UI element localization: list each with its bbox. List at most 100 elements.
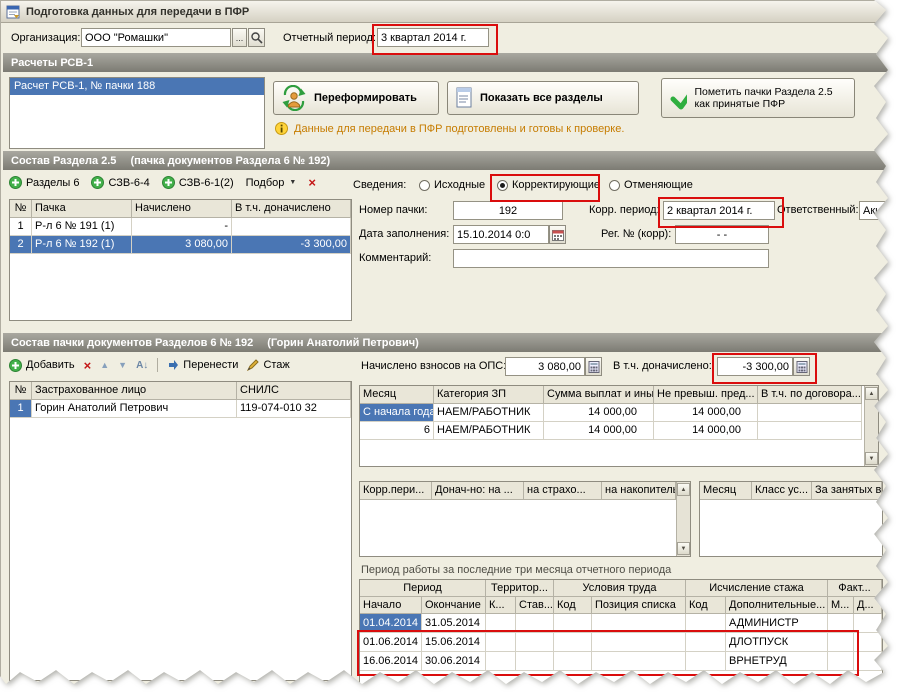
cell[interactable]: 31.05.2014 [422,614,486,633]
table-row[interactable]: С начала года НАЕМ/РАБОТНИК 14 000,00 14… [360,404,878,422]
cell[interactable]: Р-л 6 № 191 (1) [32,218,132,236]
cell[interactable] [758,404,862,422]
radio-korrektiruyushchie[interactable] [497,180,508,191]
report-period-input[interactable] [377,28,489,47]
cell[interactable]: 01.06.2014 [360,633,422,652]
scroll-down-button[interactable]: ▼ [677,542,690,555]
cell[interactable]: 14 000,00 [654,404,758,422]
cell[interactable] [686,633,726,652]
org-choose-button[interactable]: ... [232,28,247,47]
stazh-button[interactable]: Стаж [247,359,290,371]
cell[interactable]: НАЕМ/РАБОТНИК [434,404,544,422]
cell[interactable]: Горин Анатолий Петрович [32,400,237,418]
org-input[interactable] [81,28,231,47]
cell[interactable] [592,614,686,633]
cell[interactable] [232,218,351,236]
org-search-button[interactable] [248,28,265,47]
radio-ishodnye[interactable] [419,180,430,191]
payments-table[interactable]: Месяц Категория ЗП Сумма выплат и иных..… [359,385,879,467]
cell[interactable]: С начала года [360,404,434,422]
cell[interactable]: 30.06.2014 [422,652,486,671]
add-szv64-button[interactable]: СЗВ-6-4 [91,176,150,189]
ops-accrued-input[interactable] [505,357,585,376]
table-row[interactable]: 6 НАЕМ/РАБОТНИК 14 000,00 14 000,00 [360,422,878,440]
table-row[interactable]: 16.06.2014 30.06.2014 ВРНЕТРУД [360,652,882,671]
cell[interactable] [828,614,854,633]
additional-calc-button[interactable] [793,357,810,376]
cell[interactable] [554,652,592,671]
sort-button[interactable]: А↓ [136,360,148,371]
reform-button[interactable]: Переформировать [273,81,439,115]
cell[interactable]: АДМИНИСТР [726,614,828,633]
cell[interactable]: 1 [10,400,32,418]
rsv-list[interactable]: Расчет РСВ-1, № пачки 188 [9,77,265,149]
radio-otmenyayushchie[interactable] [609,180,620,191]
comment-input[interactable] [453,249,769,268]
cell[interactable] [516,633,554,652]
move-up-button[interactable]: ▲ [100,360,109,370]
cell[interactable] [486,614,516,633]
cell[interactable]: - [132,218,232,236]
scroll-down-button[interactable]: ▼ [865,452,878,465]
table-row-selected[interactable]: 2 Р-л 6 № 192 (1) 3 080,00 -3 300,00 [10,236,351,254]
payments-vertical-scrollbar[interactable]: ▲ ▼ [864,386,878,466]
cell[interactable]: -3 300,00 [232,236,351,254]
cell[interactable]: Р-л 6 № 192 (1) [32,236,132,254]
cell[interactable]: 14 000,00 [544,422,654,440]
work-periods-table[interactable]: Период Территор... Условия труда Исчисле… [359,579,883,684]
cell[interactable] [516,614,554,633]
rsv-list-item[interactable]: Расчет РСВ-1, № пачки 188 [10,78,264,95]
add-szv612-button[interactable]: СЗВ-6-1(2) [161,176,234,189]
cell[interactable] [828,633,854,652]
cell[interactable]: 3 080,00 [132,236,232,254]
calendar-button[interactable] [549,225,566,244]
mark-accepted-button[interactable]: Пометить пачки Раздела 2.5 как принятые … [661,78,855,118]
delete-pack-button[interactable]: × [308,176,316,189]
cell[interactable] [758,422,862,440]
correction-vertical-scrollbar[interactable]: ▲ ▼ [676,482,690,556]
cell[interactable] [592,633,686,652]
cell[interactable] [686,652,726,671]
cell[interactable] [486,652,516,671]
responsible-input[interactable] [859,201,888,220]
additional-accrued-input[interactable] [717,357,793,376]
cell[interactable] [854,633,882,652]
transfer-button[interactable]: Перенести [167,359,238,371]
cell[interactable] [854,652,882,671]
cell[interactable]: ВРНЕТРУД [726,652,828,671]
cell[interactable]: 1 [10,218,32,236]
persons-table[interactable]: № Застрахованное лицо СНИЛС 1 Горин Анат… [9,381,352,681]
cell[interactable]: 01.04.2014 [360,614,422,633]
cell[interactable]: 14 000,00 [544,404,654,422]
cell[interactable]: 119-074-010 32 [237,400,351,418]
cell[interactable] [828,652,854,671]
cell[interactable]: 14 000,00 [654,422,758,440]
cell[interactable]: 2 [10,236,32,254]
move-down-button[interactable]: ▼ [118,360,127,370]
table-row[interactable]: 1 Р-л 6 № 191 (1) - [10,218,351,236]
add-person-button[interactable]: Добавить [9,358,75,372]
cell[interactable] [592,652,686,671]
reg-number-input[interactable] [675,225,769,244]
ops-calc-button[interactable] [585,357,602,376]
cell[interactable] [516,652,554,671]
packs-table[interactable]: № Пачка Начислено В т.ч. доначислено 1 Р… [9,199,352,321]
podbor-button[interactable]: Подбор ▼ [246,177,297,189]
scroll-up-button[interactable]: ▲ [677,483,690,496]
table-row-selected[interactable]: 1 Горин Анатолий Петрович 119-074-010 32 [10,400,351,418]
fill-date-input[interactable] [453,225,549,244]
table-row[interactable]: 01.06.2014 15.06.2014 ДЛОТПУСК [360,633,882,652]
cell[interactable] [854,614,882,633]
cell[interactable]: 15.06.2014 [422,633,486,652]
cell[interactable] [554,614,592,633]
delete-person-button[interactable]: × [84,359,92,372]
cell[interactable]: ДЛОТПУСК [726,633,828,652]
cell[interactable] [686,614,726,633]
scroll-up-button[interactable]: ▲ [865,387,878,400]
cell[interactable]: НАЕМ/РАБОТНИК [434,422,544,440]
add-sections6-button[interactable]: Разделы 6 [9,176,79,189]
work-class-table[interactable]: Месяц Класс ус... За занятых в... [699,481,883,557]
cell[interactable]: 16.06.2014 [360,652,422,671]
korr-period-input[interactable] [663,201,775,220]
cell[interactable] [486,633,516,652]
